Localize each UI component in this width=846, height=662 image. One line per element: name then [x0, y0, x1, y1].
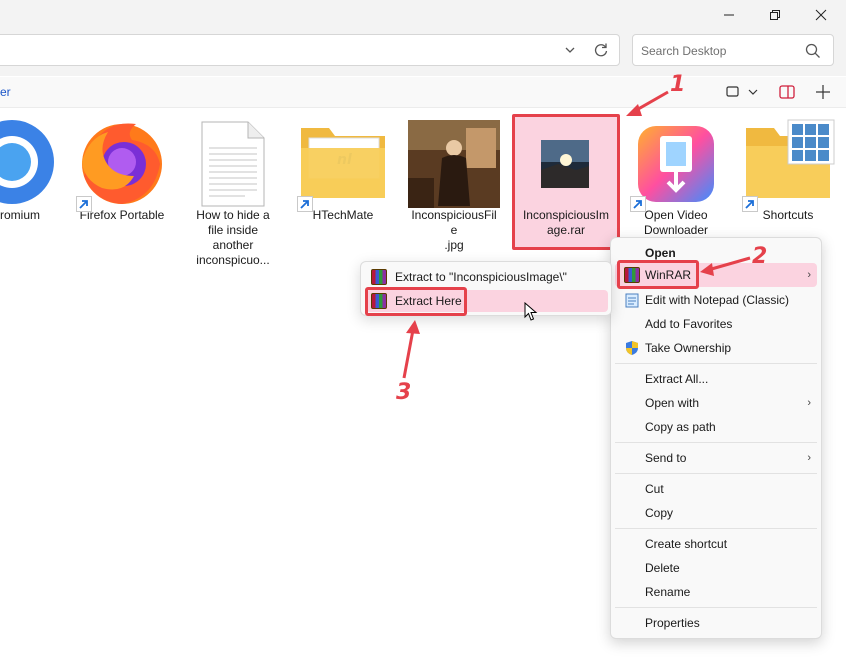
explorer-window: Search Desktop er romium Firefox Portabl…	[0, 0, 846, 662]
annotation-arrows	[402, 90, 751, 379]
callout-3: 3	[396, 380, 412, 405]
callout-2: 2	[752, 244, 768, 269]
callout-1: 1	[670, 72, 686, 97]
